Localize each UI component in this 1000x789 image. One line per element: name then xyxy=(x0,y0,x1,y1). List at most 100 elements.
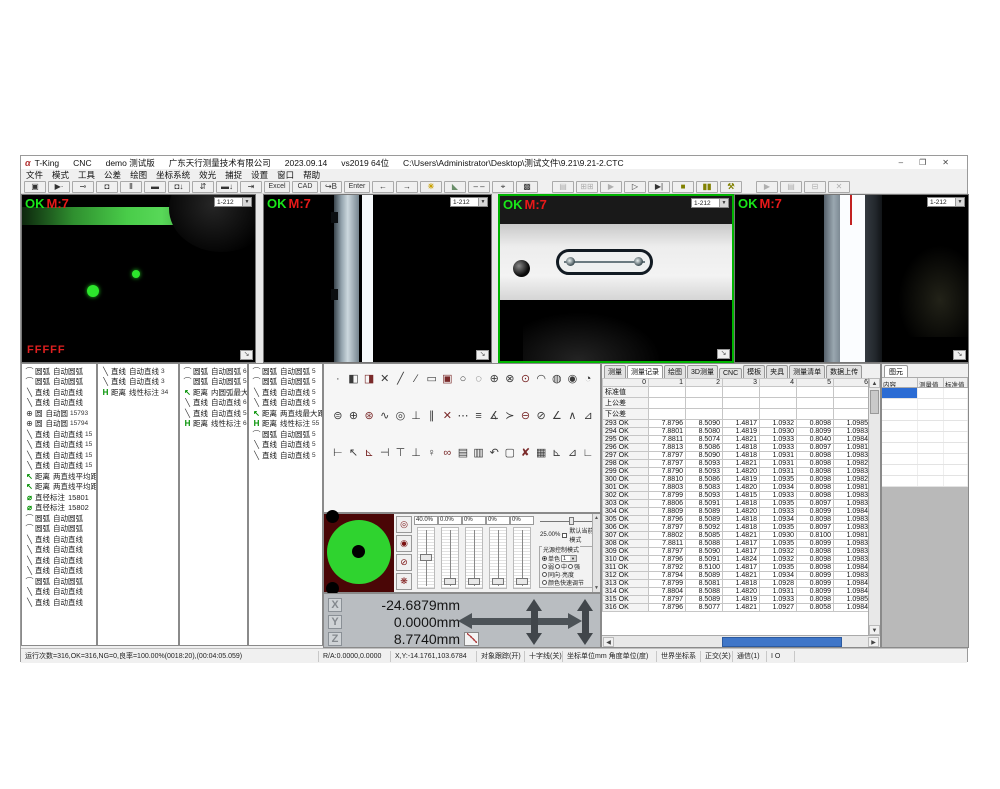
table-cell[interactable]: 8.5081 xyxy=(686,580,723,588)
table-cell[interactable] xyxy=(649,409,686,420)
table-cell[interactable]: 8.5090 xyxy=(686,548,723,556)
mid-radio[interactable] xyxy=(555,564,560,569)
light-scrollbar[interactable]: ▲▼ xyxy=(592,514,600,592)
table-cell[interactable]: 1.0933 xyxy=(760,492,797,500)
table-cell[interactable] xyxy=(944,421,968,431)
minimize-button[interactable]: – xyxy=(899,158,903,167)
table-cell[interactable]: 0.8100 xyxy=(797,532,834,540)
menu-item[interactable]: 帮助 xyxy=(303,169,320,181)
table-cell[interactable] xyxy=(918,432,944,442)
default-mode-checkbox[interactable] xyxy=(562,533,567,538)
slider-track[interactable] xyxy=(513,527,531,589)
table-cell[interactable] xyxy=(944,454,968,464)
list-item[interactable]: ╲直线自动直线 xyxy=(22,545,96,556)
table-cell[interactable]: 8.5091 xyxy=(686,500,723,508)
table-cell[interactable]: 7.8796 xyxy=(649,604,686,612)
table-cell[interactable]: 1.4820 xyxy=(723,468,760,476)
menu-item[interactable]: 公差 xyxy=(104,169,121,181)
scrollbar-thumb[interactable] xyxy=(870,390,879,414)
table-cell[interactable]: 1.0930 xyxy=(760,532,797,540)
low-radio[interactable] xyxy=(542,564,547,569)
menu-item[interactable]: 文件 xyxy=(26,169,43,181)
row-label[interactable]: 299 OK xyxy=(603,468,649,476)
list-item[interactable]: ╲直线自动直线15 xyxy=(22,429,96,440)
table-cell[interactable]: 0.8098 xyxy=(797,476,834,484)
measure-tool-icon[interactable]: ↶ xyxy=(486,446,502,461)
tab-夹具[interactable]: 夹具 xyxy=(766,365,788,378)
table-cell[interactable]: 1.0982 xyxy=(834,460,871,468)
row-label[interactable]: 298 OK xyxy=(603,460,649,468)
title-bar[interactable]: α T-King CNC demo 测试版 广东天行测量技术有限公司 2023.… xyxy=(21,156,967,169)
back-button[interactable]: ← xyxy=(372,181,394,193)
table-cell[interactable] xyxy=(686,398,723,409)
measure-tool-icon[interactable]: ♀ xyxy=(424,446,440,461)
table-cell[interactable] xyxy=(649,398,686,409)
list-item[interactable]: ╲直线自动直线5 xyxy=(249,440,322,451)
table-cell[interactable]: 0.8058 xyxy=(797,604,834,612)
measure-tool-icon[interactable]: ◌ xyxy=(471,372,487,387)
chevron-down-icon[interactable]: ▼ xyxy=(955,198,964,206)
list-item[interactable]: ⌒圆弧自动圆弧5 xyxy=(180,377,247,388)
table-cell[interactable]: 0.8099 xyxy=(797,572,834,580)
table-cell[interactable]: 1.0984 xyxy=(834,564,871,572)
table-cell[interactable]: 1.4821 xyxy=(723,604,760,612)
measure-tool-icon[interactable]: ⊕ xyxy=(486,372,502,387)
table-cell[interactable]: 1.0933 xyxy=(760,436,797,444)
table-cell[interactable]: 7.8792 xyxy=(649,564,686,572)
measure-tool-icon[interactable]: ⊾ xyxy=(549,446,565,461)
close-button[interactable]: ✕ xyxy=(942,158,949,167)
table-cell[interactable]: 1.0931 xyxy=(760,460,797,468)
list-item[interactable]: ⌀直径标注15802 xyxy=(22,503,96,514)
slider-thumb[interactable] xyxy=(516,578,528,585)
chevron-down-icon[interactable]: ▼ xyxy=(242,198,251,206)
table-cell[interactable]: 1.0934 xyxy=(760,484,797,492)
row-label[interactable]: 309 OK xyxy=(603,548,649,556)
measure-tool-icon[interactable]: ▣ xyxy=(439,372,455,387)
table-cell[interactable] xyxy=(723,409,760,420)
resize-icon[interactable]: ↘ xyxy=(953,350,966,360)
table-cell[interactable]: 8.5089 xyxy=(686,596,723,604)
table-cell[interactable]: 7.8804 xyxy=(649,588,686,596)
diagonal-move-button[interactable] xyxy=(464,632,479,646)
table-cell[interactable] xyxy=(882,465,918,475)
table-cell[interactable] xyxy=(760,409,797,420)
table-cell[interactable]: 1.4818 xyxy=(723,500,760,508)
slider-track[interactable] xyxy=(465,527,483,589)
table-cell[interactable] xyxy=(760,398,797,409)
light-segment-button[interactable]: ⊘ xyxy=(396,554,412,571)
list-item[interactable]: ╲直线自动直线 xyxy=(22,387,96,398)
save-button[interactable]: ▣ xyxy=(24,181,46,193)
measure-tool-icon[interactable]: ∟ xyxy=(580,446,596,461)
table-cell[interactable]: 1.0983 xyxy=(834,492,871,500)
camera-selector[interactable]: 1-212▼ xyxy=(927,197,965,207)
list-item[interactable]: ╲直线自动直线5 xyxy=(249,450,322,461)
table-cell[interactable] xyxy=(944,410,968,420)
quick-color-radio[interactable] xyxy=(542,580,547,585)
menu-item[interactable]: 工具 xyxy=(78,169,95,181)
table-row[interactable]: 306 OK7.87978.50921.48181.09350.80971.09… xyxy=(603,524,871,532)
row-label[interactable]: 293 OK xyxy=(603,420,649,428)
table-cell[interactable]: 1.0934 xyxy=(760,572,797,580)
table-cell[interactable]: 8.5092 xyxy=(686,524,723,532)
tab-测量记录[interactable]: 测量记录 xyxy=(627,365,663,379)
table-cell[interactable]: 8.5085 xyxy=(686,532,723,540)
table-cell[interactable]: 1.0984 xyxy=(834,604,871,612)
measure-tool-icon[interactable]: ▥ xyxy=(471,446,487,461)
tolerance-row[interactable]: 上公差 xyxy=(603,398,871,409)
list-item[interactable]: ⌒圆弧自动圆弧 xyxy=(22,513,96,524)
table-row[interactable]: 294 OK7.88018.50801.48191.09300.80991.09… xyxy=(603,428,871,436)
table-cell[interactable]: 0.8098 xyxy=(797,548,834,556)
row-label[interactable]: 上公差 xyxy=(603,398,649,409)
table-cell[interactable]: 1.4819 xyxy=(723,596,760,604)
menu-item[interactable]: 效光 xyxy=(199,169,216,181)
table-cell[interactable] xyxy=(918,454,944,464)
table-cell[interactable] xyxy=(797,398,834,409)
table-cell[interactable]: 1.0981 xyxy=(834,484,871,492)
row-label[interactable]: 296 OK xyxy=(603,444,649,452)
table-cell[interactable]: 8.5089 xyxy=(686,572,723,580)
image-button[interactable]: ◣ xyxy=(444,181,466,193)
table-cell[interactable]: 7.8796 xyxy=(649,420,686,428)
table-cell[interactable]: 8.5088 xyxy=(686,540,723,548)
slider-track[interactable] xyxy=(441,527,459,589)
measure-tool-icon[interactable]: ⊥ xyxy=(408,446,424,461)
